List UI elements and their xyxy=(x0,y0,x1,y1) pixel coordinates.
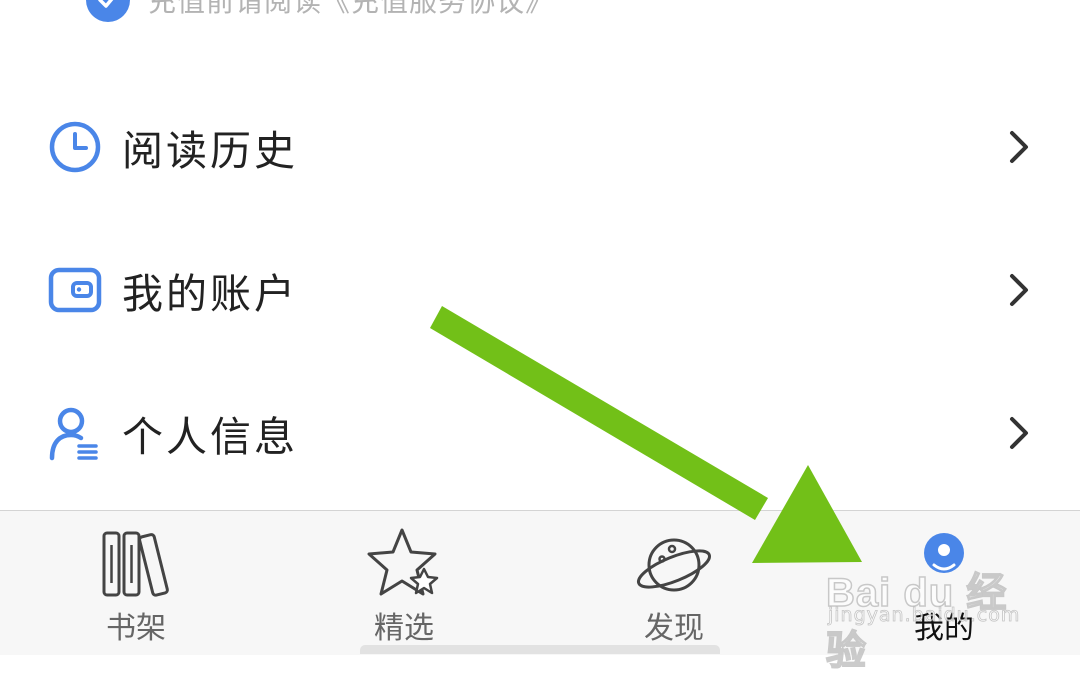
chevron-right-icon xyxy=(1006,270,1032,310)
user-profile-icon xyxy=(46,404,104,462)
bookshelf-icon xyxy=(96,525,176,603)
clock-icon xyxy=(46,118,104,176)
home-indicator xyxy=(360,645,720,654)
check-circle-icon[interactable] xyxy=(86,0,130,22)
menu-item-my-account[interactable]: 我的账户 xyxy=(0,240,1080,340)
tab-discover[interactable]: 发现 xyxy=(574,511,774,655)
tab-bookshelf[interactable]: 书架 xyxy=(36,511,236,655)
planet-icon xyxy=(634,525,714,603)
recharge-agreement[interactable]: 充值前请阅读《充值服务协议》 xyxy=(86,0,554,22)
person-avatar-icon xyxy=(904,525,984,603)
tab-featured[interactable]: 精选 xyxy=(304,511,504,655)
tab-label: 精选 xyxy=(374,611,434,646)
tab-label: 我的 xyxy=(914,611,974,646)
chevron-right-icon xyxy=(1006,127,1032,167)
menu-item-label: 我的账户 xyxy=(122,270,298,318)
tab-label: 发现 xyxy=(644,611,704,646)
menu-item-personal-info[interactable]: 个人信息 xyxy=(0,383,1080,483)
menu-item-reading-history[interactable]: 阅读历史 xyxy=(0,97,1080,197)
bottom-tab-bar: 书架 精选 发现 我的 xyxy=(0,510,1080,655)
chevron-right-icon xyxy=(1006,413,1032,453)
star-icon xyxy=(364,525,444,603)
tab-label: 书架 xyxy=(106,611,166,646)
agreement-text: 充值前请阅读《充值服务协议》 xyxy=(148,0,555,18)
menu-item-label: 个人信息 xyxy=(122,413,298,461)
menu-item-label: 阅读历史 xyxy=(122,127,298,175)
tab-mine[interactable]: 我的 xyxy=(844,511,1044,655)
wallet-icon xyxy=(46,261,104,319)
